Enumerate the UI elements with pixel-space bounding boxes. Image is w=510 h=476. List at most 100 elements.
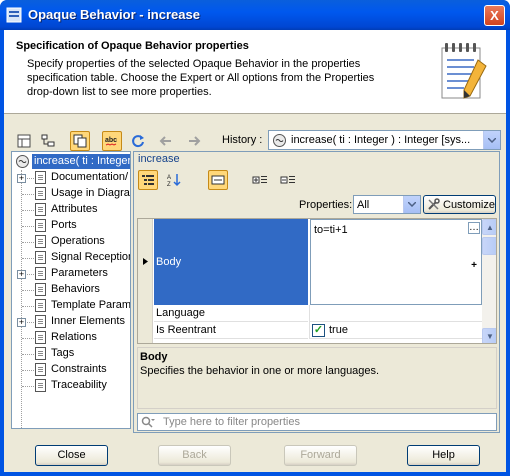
tree-item-label: Traceability	[51, 379, 107, 391]
property-value-language[interactable]	[309, 305, 483, 322]
spell-check-icon: abc	[105, 137, 117, 146]
collapse-all-button[interactable]	[278, 170, 298, 190]
properties-dropdown-arrow[interactable]	[403, 196, 420, 213]
property-value-body[interactable]: to=ti+1 … +	[310, 219, 482, 305]
filter-placeholder: Type here to filter properties	[163, 416, 300, 428]
document-icon	[35, 235, 46, 248]
forward-arrow-button[interactable]	[184, 131, 204, 151]
document-icon	[35, 267, 46, 280]
dialog-header: Specification of Opaque Behavior propert…	[4, 30, 506, 114]
back-arrow-button[interactable]	[156, 131, 176, 151]
search-icon	[141, 416, 155, 428]
tree-item-label: Inner Elements	[51, 315, 125, 327]
expand-all-button[interactable]	[250, 170, 270, 190]
customize-label: Customize	[443, 198, 495, 211]
help-button[interactable]: Help	[407, 445, 480, 466]
hierarchy-view-button[interactable]	[38, 131, 58, 151]
tree-root-label: increase( ti : Integer ) : Integer	[32, 154, 131, 169]
tree-item[interactable]: + Inner Elements	[12, 314, 130, 330]
spell-check-button[interactable]: abc	[102, 131, 122, 151]
tree-view-button[interactable]	[14, 131, 34, 151]
chevron-down-icon	[488, 137, 496, 143]
title-bar[interactable]: Opaque Behavior - increase X	[0, 0, 510, 30]
tree-item[interactable]: + Parameters	[12, 266, 130, 282]
tree-root[interactable]: increase( ti : Integer ) : Integer	[13, 154, 131, 169]
tree-item-label: Signal Receptions	[51, 251, 131, 263]
document-icon	[35, 363, 46, 376]
expand-icon[interactable]: +	[17, 318, 26, 327]
document-icon	[35, 299, 46, 312]
header-description-line: drop-down list to see more properties.	[27, 86, 212, 98]
copy-button[interactable]	[70, 131, 90, 151]
reentrant-value: true	[329, 324, 348, 336]
property-name-language[interactable]: Language	[154, 305, 308, 322]
tree-item[interactable]: Tags	[12, 346, 130, 362]
hierarchy-icon	[41, 134, 55, 147]
tree-item-label: Behaviors	[51, 283, 100, 295]
refresh-button[interactable]	[128, 131, 148, 151]
dialog-window: Opaque Behavior - increase X Specificati…	[0, 0, 510, 476]
add-body-button[interactable]: +	[468, 261, 480, 273]
tree-item[interactable]: Ports	[12, 218, 130, 234]
tree-item[interactable]: Behaviors	[12, 282, 130, 298]
property-name-reentrant[interactable]: Is Reentrant	[154, 322, 308, 339]
tree-item[interactable]: Constraints	[12, 362, 130, 378]
sort-az-icon: AZ	[167, 174, 181, 187]
description-toggle-button[interactable]	[208, 170, 228, 190]
tree-item-label: Operations	[51, 235, 105, 247]
row-pointer-icon	[143, 258, 148, 265]
forward-button[interactable]: Forward	[284, 445, 357, 466]
tree-item[interactable]: Attributes	[12, 202, 130, 218]
property-description: Body Specifies the behavior in one or mo…	[137, 347, 497, 409]
chevron-down-icon	[408, 202, 416, 207]
tree-item-label: Ports	[51, 219, 77, 231]
edit-body-button[interactable]: …	[468, 222, 480, 234]
tree-item[interactable]: + Documentation/	[12, 170, 130, 186]
properties-label: Properties:	[299, 199, 353, 211]
customize-button[interactable]: Customize	[423, 195, 496, 214]
property-name-body[interactable]: Body	[154, 219, 308, 305]
description-text: Specifies the behavior in one or more la…	[140, 365, 380, 377]
property-name-label: Language	[156, 307, 205, 319]
filter-input[interactable]: Type here to filter properties	[137, 413, 497, 431]
svg-text:A: A	[167, 175, 171, 181]
tree-item[interactable]: Usage in Diagrams	[12, 186, 130, 202]
scroll-thumb[interactable]	[482, 237, 496, 255]
tree-item-label: Documentation/	[51, 171, 129, 183]
close-button[interactable]: Close	[35, 445, 108, 466]
refresh-icon	[132, 135, 144, 148]
tree-item-label: Constraints	[51, 363, 107, 375]
document-icon	[35, 283, 46, 296]
table-scrollbar[interactable]: ▲ ▼	[482, 219, 496, 343]
back-button[interactable]: Back	[158, 445, 231, 466]
reentrant-checkbox[interactable]: ✓	[312, 324, 325, 337]
document-icon	[35, 379, 46, 392]
property-name-label: Is Reentrant	[156, 324, 216, 336]
row-gutter	[138, 219, 153, 343]
expand-icon[interactable]: +	[17, 174, 26, 183]
collapse-all-icon	[280, 176, 295, 184]
scroll-down-button[interactable]: ▼	[482, 328, 496, 343]
window-title: Opaque Behavior - increase	[28, 7, 200, 22]
history-dropdown[interactable]: increase( ti : Integer ) : Integer [sys.…	[268, 130, 501, 150]
properties-dropdown[interactable]: All	[353, 195, 421, 214]
properties-table: Body to=ti+1 … + Language Is Reentrant ✓…	[137, 218, 497, 344]
tree-item[interactable]: Operations	[12, 234, 130, 250]
tree-item[interactable]: Traceability	[12, 378, 130, 394]
document-icon	[35, 331, 46, 344]
tree-item[interactable]: Signal Receptions	[12, 250, 130, 266]
close-window-button[interactable]: X	[484, 5, 505, 26]
body-value-text: to=ti+1	[314, 224, 348, 236]
document-icon	[35, 251, 46, 264]
scroll-up-button[interactable]: ▲	[482, 219, 496, 235]
expand-icon[interactable]: +	[17, 270, 26, 279]
history-dropdown-arrow[interactable]	[483, 131, 500, 149]
tree-item[interactable]: Relations	[12, 330, 130, 346]
document-icon	[35, 187, 46, 200]
sort-az-button[interactable]: AZ	[164, 170, 184, 190]
app-icon	[6, 7, 22, 23]
categorized-view-button[interactable]	[138, 170, 158, 190]
copy-icon	[73, 134, 87, 148]
tree-item[interactable]: Template Parameters	[12, 298, 130, 314]
tree-item-label: Tags	[51, 347, 75, 359]
